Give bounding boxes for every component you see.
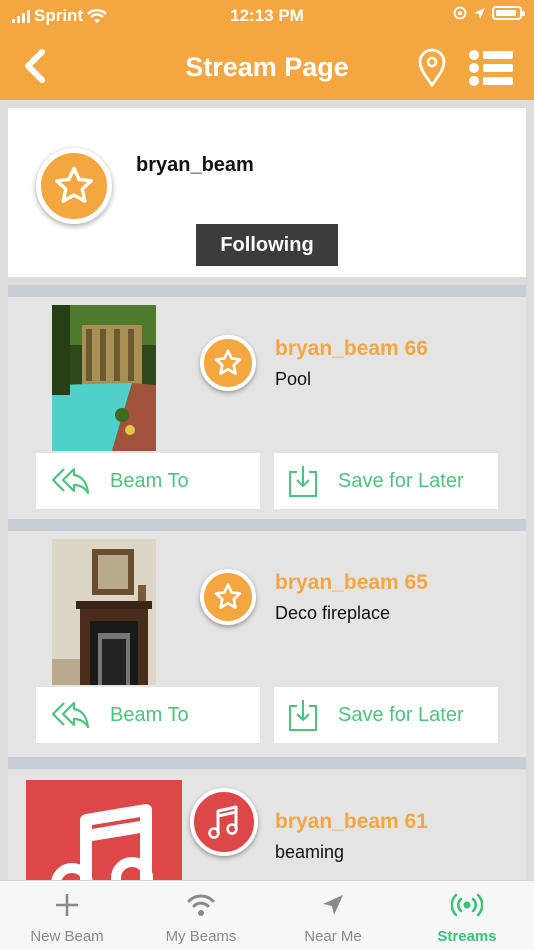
- beam-to-label: Beam To: [110, 703, 189, 726]
- tab-streams[interactable]: Streams: [400, 881, 534, 950]
- save-for-later-button[interactable]: Save for Later: [274, 453, 498, 509]
- post-avatar[interactable]: [200, 335, 256, 391]
- music-note-icon: [208, 805, 238, 839]
- tab-my-beams[interactable]: My Beams: [134, 881, 268, 950]
- status-icons: [453, 6, 525, 20]
- beam-to-button[interactable]: Beam To: [36, 687, 260, 743]
- page-title: Stream Page: [185, 52, 349, 82]
- post-caption: Pool: [275, 369, 312, 389]
- post-caption: beaming: [275, 842, 345, 862]
- menu-button[interactable]: [468, 48, 516, 88]
- profile-username: bryan_beam: [136, 154, 254, 176]
- following-button[interactable]: Following: [196, 224, 338, 266]
- beam-to-label: Beam To: [110, 469, 189, 492]
- orientation-lock-icon: [453, 6, 467, 20]
- location-arrow-icon: [474, 7, 485, 19]
- tab-label: My Beams: [165, 928, 237, 945]
- status-bar: Sprint 12:13 PM: [0, 0, 534, 34]
- music-note-icon: [51, 804, 153, 880]
- reply-all-icon: [51, 701, 90, 729]
- pool-image: [52, 305, 156, 451]
- avatar[interactable]: [36, 148, 112, 224]
- save-for-later-label: Save for Later: [338, 469, 464, 492]
- map-pin-icon: [418, 48, 446, 88]
- tab-bar: New Beam My Beams Near Me Streams: [0, 880, 534, 950]
- beam-to-button[interactable]: Beam To: [36, 453, 260, 509]
- tab-label: New Beam: [30, 928, 104, 945]
- profile-card: bryan_beam Following: [8, 108, 526, 277]
- plus-icon: [56, 894, 78, 916]
- post-card: bryan_beam 61 beaming: [8, 770, 526, 880]
- tab-label: Streams: [437, 928, 497, 945]
- post-username[interactable]: bryan_beam 66: [275, 337, 428, 361]
- star-icon: [214, 583, 242, 609]
- download-tray-icon: [289, 700, 317, 731]
- list-icon: [469, 50, 513, 86]
- tab-label: Near Me: [304, 928, 362, 945]
- post-thumbnail-music[interactable]: [26, 780, 182, 880]
- divider: [8, 757, 526, 769]
- post-card: bryan_beam 65 Deco fireplace Beam To Sav…: [8, 531, 526, 757]
- navigation-arrow-icon: [323, 895, 343, 915]
- nav-row: Stream Page: [0, 34, 534, 100]
- tab-near-me[interactable]: Near Me: [266, 881, 400, 950]
- battery-icon: [492, 6, 525, 20]
- save-for-later-label: Save for Later: [338, 703, 464, 726]
- location-button[interactable]: [416, 48, 448, 88]
- post-username[interactable]: bryan_beam 61: [275, 810, 428, 834]
- post-thumbnail-pool[interactable]: [52, 305, 156, 451]
- star-icon: [55, 166, 93, 203]
- post-avatar[interactable]: [200, 569, 256, 625]
- top-bar: Sprint 12:13 PM Stream Page: [0, 0, 534, 100]
- post-avatar[interactable]: [190, 788, 258, 856]
- fireplace-image: [52, 539, 156, 685]
- download-tray-icon: [289, 466, 317, 497]
- save-for-later-button[interactable]: Save for Later: [274, 687, 498, 743]
- star-icon: [214, 349, 242, 375]
- post-caption: Deco fireplace: [275, 603, 391, 623]
- post-card: bryan_beam 66 Pool Beam To Save for Late…: [8, 297, 526, 519]
- post-thumbnail-fireplace[interactable]: [52, 539, 156, 685]
- broadcast-icon: [451, 893, 483, 917]
- wifi-icon: [187, 894, 215, 916]
- post-username[interactable]: bryan_beam 65: [275, 571, 428, 595]
- reply-all-icon: [51, 467, 90, 495]
- divider: [8, 519, 526, 531]
- tab-new-beam[interactable]: New Beam: [0, 881, 134, 950]
- divider: [8, 285, 526, 297]
